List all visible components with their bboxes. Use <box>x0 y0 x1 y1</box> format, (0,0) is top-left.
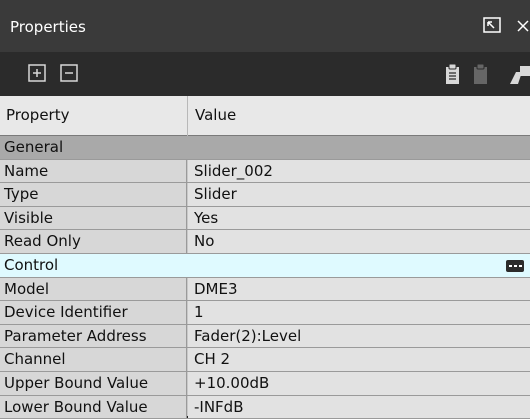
property-row[interactable]: Type Slider <box>0 183 530 207</box>
property-name: Lower Bound Value <box>0 395 187 419</box>
property-name: Parameter Address <box>0 324 187 348</box>
property-value[interactable]: Slider_002 <box>188 159 530 183</box>
property-row[interactable]: Lower Bound Value -INFdB <box>0 395 530 419</box>
header-property[interactable]: Property <box>6 106 69 124</box>
category-row[interactable]: Control <box>0 253 530 278</box>
property-name: Device Identifier <box>0 301 187 324</box>
brush-icon[interactable] <box>508 64 530 90</box>
panel-titlebar: Properties <box>0 0 530 52</box>
collapse-all-button[interactable] <box>60 64 78 86</box>
category-label: Control <box>4 255 59 274</box>
property-row[interactable]: Model DME3 <box>0 277 530 302</box>
property-row[interactable]: Name Slider_002 <box>0 159 530 184</box>
property-value[interactable]: -INFdB <box>188 395 530 419</box>
property-name: Visible <box>0 206 187 230</box>
expand-all-button[interactable] <box>28 64 46 86</box>
property-name: Type <box>0 183 187 206</box>
property-name: Channel <box>0 348 187 371</box>
property-row[interactable]: Parameter Address Fader(2):Level <box>0 324 530 349</box>
close-icon[interactable] <box>516 16 530 40</box>
property-value[interactable]: 1 <box>188 301 530 324</box>
property-value[interactable]: Yes <box>188 206 530 230</box>
header-divider[interactable] <box>187 96 188 136</box>
category-row[interactable]: General <box>0 136 530 160</box>
grid-rows: General Name Slider_002 Type Slider Visible Ye… <box>0 136 530 419</box>
property-name: Read Only <box>0 230 187 253</box>
property-row[interactable]: Upper Bound Value +10.00dB <box>0 371 530 396</box>
property-row[interactable]: Visible Yes <box>0 206 530 231</box>
properties-toolbar <box>0 52 530 96</box>
category-label: General <box>4 138 64 156</box>
more-options-icon[interactable] <box>506 259 524 272</box>
grid-header: Property Value <box>0 96 530 136</box>
paste-icon[interactable] <box>472 63 490 90</box>
property-grid: Property Value General Name Slider_002 Type… <box>0 96 530 419</box>
property-name: Name <box>0 159 187 183</box>
property-value[interactable]: No <box>188 230 530 253</box>
property-row[interactable]: Device Identifier 1 <box>0 301 530 325</box>
property-value[interactable]: Slider <box>188 183 530 206</box>
property-value[interactable]: DME3 <box>188 277 530 301</box>
header-value[interactable]: Value <box>195 106 236 124</box>
property-value[interactable]: CH 2 <box>188 348 530 371</box>
undock-icon[interactable] <box>482 16 504 40</box>
copy-icon[interactable] <box>444 63 462 90</box>
property-value[interactable]: +10.00dB <box>188 371 530 395</box>
property-row[interactable]: Channel CH 2 <box>0 348 530 372</box>
property-value[interactable]: Fader(2):Level <box>188 324 530 348</box>
panel-title: Properties <box>10 18 86 36</box>
property-name: Model <box>0 277 187 301</box>
property-name: Upper Bound Value <box>0 371 187 395</box>
property-row[interactable]: Read Only No <box>0 230 530 254</box>
